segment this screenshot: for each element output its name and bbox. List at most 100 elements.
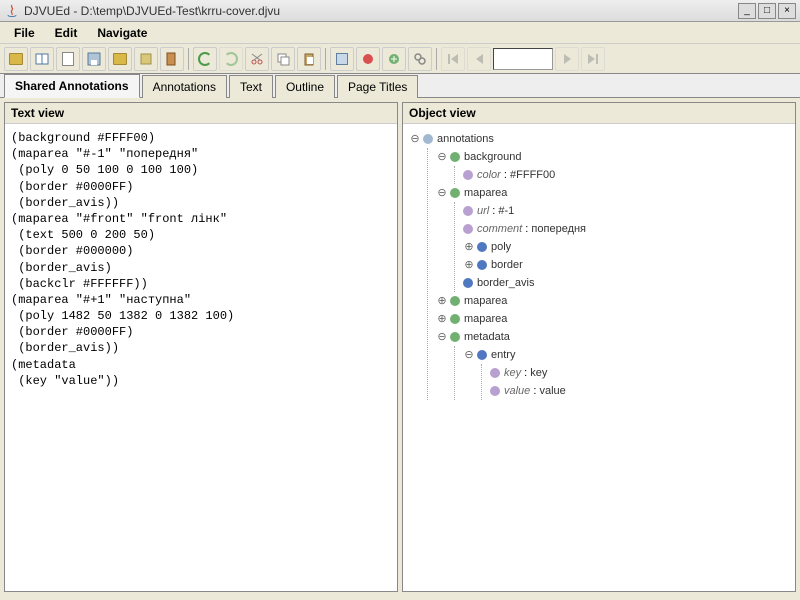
open-folder-button[interactable] bbox=[4, 47, 28, 71]
object-tree: ⊖ annotations ⊖ background color : bbox=[409, 130, 789, 400]
expand-icon[interactable]: ⊖ bbox=[436, 151, 448, 163]
text-line: (border #0000FF) bbox=[11, 324, 391, 340]
import-button[interactable] bbox=[108, 47, 132, 71]
tree-border-avis[interactable]: border_avis bbox=[463, 274, 789, 292]
tab-bar: Shared Annotations Annotations Text Outl… bbox=[0, 74, 800, 98]
new-doc-button[interactable] bbox=[56, 47, 80, 71]
tree-poly[interactable]: ⊕ poly bbox=[463, 238, 789, 256]
object-view-body[interactable]: ⊖ annotations ⊖ background color : bbox=[403, 124, 795, 591]
tree-map1-comment[interactable]: comment : попередня bbox=[463, 220, 789, 238]
expand-icon[interactable]: ⊖ bbox=[436, 331, 448, 343]
folder-open-icon bbox=[113, 53, 127, 65]
maximize-button[interactable]: □ bbox=[758, 3, 776, 19]
file-icon bbox=[62, 52, 74, 66]
save-icon bbox=[87, 52, 101, 66]
window-titlebar: DJVUEd - D:\temp\DJVUEd-Test\krru-cover.… bbox=[0, 0, 800, 22]
leaf-icon bbox=[490, 386, 500, 396]
tree-entry-key[interactable]: key : key bbox=[490, 364, 789, 382]
nav-first-button[interactable] bbox=[441, 47, 465, 71]
tree-metadata[interactable]: ⊖ metadata bbox=[436, 328, 789, 346]
text-view-body[interactable]: (background #FFFF00)(maparea "#-1" "попе… bbox=[5, 124, 397, 591]
paste-icon bbox=[302, 52, 316, 66]
expand-icon[interactable]: ⊕ bbox=[436, 313, 448, 325]
redo-button[interactable] bbox=[219, 47, 243, 71]
add-node-button[interactable] bbox=[382, 47, 406, 71]
text-line: (key "value")) bbox=[11, 373, 391, 389]
nav-last-button[interactable] bbox=[581, 47, 605, 71]
tree-border[interactable]: ⊕ border bbox=[463, 256, 789, 274]
tab-outline[interactable]: Outline bbox=[275, 75, 335, 98]
save-button[interactable] bbox=[82, 47, 106, 71]
text-line: (maparea "#front" "front лінк" bbox=[11, 211, 391, 227]
scissors-icon bbox=[250, 52, 264, 66]
menu-file[interactable]: File bbox=[6, 23, 43, 43]
node-icon bbox=[477, 260, 487, 270]
expand-icon[interactable]: ⊕ bbox=[436, 295, 448, 307]
toolbar-separator bbox=[436, 48, 437, 70]
tree-entry[interactable]: ⊖ entry bbox=[463, 346, 789, 364]
copy-button[interactable] bbox=[271, 47, 295, 71]
menu-navigate[interactable]: Navigate bbox=[89, 23, 155, 43]
insert-item-button[interactable] bbox=[330, 47, 354, 71]
tree-maparea-3[interactable]: ⊕ maparea bbox=[436, 310, 789, 328]
delete-icon bbox=[361, 52, 375, 66]
tree-root[interactable]: ⊖ annotations bbox=[409, 130, 789, 148]
link-button[interactable] bbox=[408, 47, 432, 71]
expand-icon[interactable]: ⊖ bbox=[463, 349, 475, 361]
nav-next-button[interactable] bbox=[555, 47, 579, 71]
node-icon bbox=[450, 296, 460, 306]
exit-button[interactable] bbox=[160, 47, 184, 71]
paste-button[interactable] bbox=[297, 47, 321, 71]
node-icon bbox=[450, 332, 460, 342]
tree-map1-url[interactable]: url : #-1 bbox=[463, 202, 789, 220]
expand-icon[interactable]: ⊕ bbox=[463, 241, 475, 253]
tab-annotations[interactable]: Annotations bbox=[142, 75, 227, 98]
tree-entry-value[interactable]: value : value bbox=[490, 382, 789, 400]
text-line: (border #0000FF) bbox=[11, 179, 391, 195]
prev-icon bbox=[476, 54, 483, 64]
page-number-field[interactable] bbox=[493, 48, 553, 70]
node-icon bbox=[423, 134, 433, 144]
delete-item-button[interactable] bbox=[356, 47, 380, 71]
export-icon bbox=[139, 52, 153, 66]
folder-icon bbox=[9, 53, 23, 65]
open-book-button[interactable] bbox=[30, 47, 54, 71]
tree-background[interactable]: ⊖ background bbox=[436, 148, 789, 166]
export-button[interactable] bbox=[134, 47, 158, 71]
tab-page-titles[interactable]: Page Titles bbox=[337, 75, 418, 98]
tree-bg-color[interactable]: color : #FFFF00 bbox=[463, 166, 789, 184]
leaf-icon bbox=[463, 224, 473, 234]
copy-icon bbox=[276, 52, 290, 66]
tree-maparea-1[interactable]: ⊖ maparea bbox=[436, 184, 789, 202]
window-title: DJVUEd - D:\temp\DJVUEd-Test\krru-cover.… bbox=[24, 4, 738, 18]
menu-edit[interactable]: Edit bbox=[47, 23, 86, 43]
chain-icon bbox=[413, 52, 427, 66]
expand-icon[interactable]: ⊕ bbox=[463, 259, 475, 271]
window-controls: _ □ × bbox=[738, 3, 796, 19]
leaf-icon bbox=[463, 170, 473, 180]
node-icon bbox=[450, 188, 460, 198]
door-icon bbox=[165, 52, 179, 66]
text-view-pane: Text view (background #FFFF00)(maparea "… bbox=[4, 102, 398, 592]
close-button[interactable]: × bbox=[778, 3, 796, 19]
leaf-icon bbox=[490, 368, 500, 378]
tree-maparea-2[interactable]: ⊕ maparea bbox=[436, 292, 789, 310]
toolbar-separator bbox=[188, 48, 189, 70]
text-line: (border_avis)) bbox=[11, 340, 391, 356]
tab-shared-annotations[interactable]: Shared Annotations bbox=[4, 74, 140, 98]
cut-button[interactable] bbox=[245, 47, 269, 71]
text-line: (poly 1482 50 1382 0 1382 100) bbox=[11, 308, 391, 324]
tab-text[interactable]: Text bbox=[229, 75, 273, 98]
text-line: (text 500 0 200 50) bbox=[11, 227, 391, 243]
text-line: (backclr #FFFFFF)) bbox=[11, 276, 391, 292]
minimize-button[interactable]: _ bbox=[738, 3, 756, 19]
expand-icon[interactable]: ⊖ bbox=[409, 133, 421, 145]
expand-icon[interactable]: ⊖ bbox=[436, 187, 448, 199]
undo-button[interactable] bbox=[193, 47, 217, 71]
text-line: (poly 0 50 100 0 100 100) bbox=[11, 162, 391, 178]
text-line: (border #000000) bbox=[11, 243, 391, 259]
text-line: (maparea "#+1" "наступна" bbox=[11, 292, 391, 308]
text-line: (border_avis)) bbox=[11, 195, 391, 211]
node-icon bbox=[450, 152, 460, 162]
nav-prev-button[interactable] bbox=[467, 47, 491, 71]
